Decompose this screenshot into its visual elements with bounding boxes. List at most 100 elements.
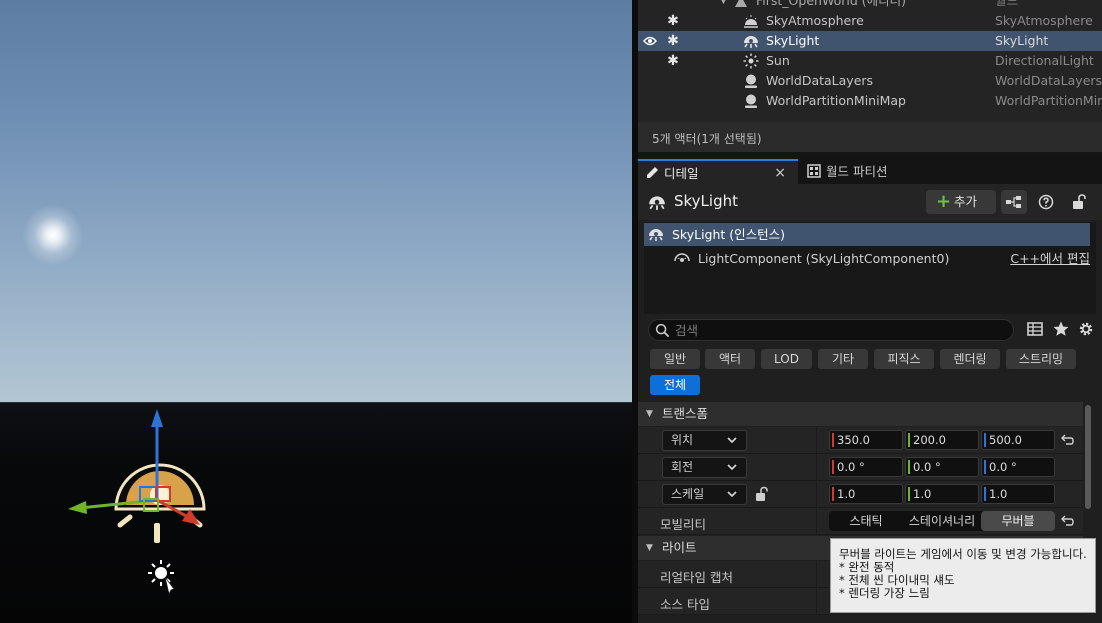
blueprint-button[interactable] xyxy=(1001,190,1027,214)
outliner-row-type: WorldDataLayers xyxy=(995,73,1102,88)
favorites-star-icon[interactable] xyxy=(1052,320,1070,338)
level-icon xyxy=(735,0,747,7)
location-x-field[interactable]: 350.0 xyxy=(829,430,903,450)
reset-to-default-icon[interactable] xyxy=(1060,433,1074,447)
component-row-lightcomponent[interactable]: LightComponent (SkyLightComponent0) C++에… xyxy=(644,247,1090,270)
search-input[interactable] xyxy=(675,321,1005,339)
scale-mode-dropdown[interactable]: 스케일 xyxy=(662,484,747,505)
details-scrollbar[interactable] xyxy=(1084,402,1092,512)
scale-lock-icon[interactable] xyxy=(755,486,769,502)
outliner-row-label: Sun xyxy=(766,53,790,68)
mobility-stationary-option[interactable]: 스테이셔너리 xyxy=(903,511,981,531)
outliner-row-type: WorldPartitionMiniMap xyxy=(995,93,1102,108)
location-mode-dropdown[interactable]: 위치 xyxy=(662,430,747,451)
property-row-rotation: 회전 0.0 ° 0.0 ° 0.0 ° xyxy=(638,454,1083,481)
sun-icon xyxy=(743,53,759,69)
outliner-row-type: SkyLight xyxy=(995,33,1049,48)
scale-z-field[interactable]: 1.0 xyxy=(981,484,1055,504)
visibility-eye-icon[interactable] xyxy=(642,31,658,52)
outliner-row-sun[interactable]: ✱ Sun DirectionalLight xyxy=(638,51,1102,71)
rotation-z-field[interactable]: 0.0 ° xyxy=(981,457,1055,477)
blueprint-icon xyxy=(1006,196,1021,208)
reset-to-default-icon[interactable] xyxy=(1060,514,1074,528)
scale-y-field[interactable]: 1.0 xyxy=(905,484,979,504)
scale-x-field[interactable]: 1.0 xyxy=(829,484,903,504)
outliner-status-bar: 5개 액터(1개 선택됨) xyxy=(638,122,1102,152)
settings-gear-icon[interactable] xyxy=(1077,320,1095,338)
help-button[interactable] xyxy=(1033,190,1059,214)
tab-label: 디테일 xyxy=(664,166,699,181)
filter-lod[interactable]: LOD xyxy=(761,349,812,369)
chevron-down-icon xyxy=(727,464,737,471)
y-axis-arrow[interactable] xyxy=(68,501,87,514)
filter-streaming[interactable]: 스트리밍 xyxy=(1006,349,1076,369)
mobility-static-option[interactable]: 스태틱 xyxy=(829,511,903,531)
property-matrix-icon[interactable] xyxy=(1026,320,1044,338)
filter-rendering[interactable]: 렌더링 xyxy=(940,349,1000,369)
outliner-row-worlddatalayers[interactable]: WorldDataLayers WorldDataLayers xyxy=(638,71,1102,91)
outliner-row-skyatmosphere[interactable]: ✱ SkyAtmosphere SkyAtmosphere xyxy=(638,11,1102,31)
tab-details[interactable]: 디테일 × xyxy=(638,159,798,184)
rotation-mode-dropdown[interactable]: 회전 xyxy=(662,457,747,478)
outliner-row-label: SkyLight xyxy=(766,33,820,48)
outliner-row-label: First_OpenWorld (에디터) xyxy=(756,0,906,8)
property-row-location: 위치 350.0 200.0 500.0 xyxy=(638,427,1083,454)
outliner-row-worldpartitionminimap[interactable]: WorldPartitionMiniMap WorldPartitionMini… xyxy=(638,91,1102,111)
category-label: 트랜스폼 xyxy=(662,406,709,421)
filter-all[interactable]: 전체 xyxy=(650,375,700,395)
edit-in-cpp-link[interactable]: C++에서 편집 xyxy=(1010,247,1090,270)
outliner-row-world[interactable]: ▼ First_OpenWorld (에디터) 월드 xyxy=(638,0,1102,11)
skylight-icon xyxy=(744,36,758,48)
details-search-box[interactable] xyxy=(648,319,1014,341)
actor-count-text: 5개 액터(1개 선택됨) xyxy=(652,132,762,146)
lock-selection-button[interactable] xyxy=(1066,190,1092,214)
mobility-movable-option[interactable]: 무버블 xyxy=(981,511,1055,531)
location-z-field[interactable]: 500.0 xyxy=(981,430,1055,450)
pin-star-icon[interactable]: ✱ xyxy=(667,51,679,71)
property-label: 소스 타입 xyxy=(660,597,710,612)
pin-star-icon[interactable]: ✱ xyxy=(667,11,679,31)
rotation-x-field[interactable]: 0.0 ° xyxy=(829,457,903,477)
component-row-root[interactable]: SkyLight (인스턴스) xyxy=(644,223,1090,246)
outliner-row-label: WorldDataLayers xyxy=(766,73,874,88)
outliner-row-type: DirectionalLight xyxy=(995,53,1094,68)
close-tab-icon[interactable]: × xyxy=(774,161,786,186)
property-label: 모빌리티 xyxy=(660,517,707,532)
outliner-row-type: 월드 xyxy=(995,0,1019,8)
chevron-down-icon xyxy=(727,491,737,498)
rotation-y-field[interactable]: 0.0 ° xyxy=(905,457,979,477)
actor-sphere-icon xyxy=(745,94,757,108)
filter-physics[interactable]: 피직스 xyxy=(874,349,934,369)
outliner-row-label: SkyAtmosphere xyxy=(766,13,864,28)
skylight-icon xyxy=(649,229,663,241)
tab-world-partition[interactable]: 월드 파티션 xyxy=(800,159,936,184)
directional-light-sprite-icon[interactable] xyxy=(148,560,175,596)
outliner-row-type: SkyAtmosphere xyxy=(995,13,1093,28)
collapse-arrow-icon[interactable]: ▼ xyxy=(720,0,727,11)
filter-misc[interactable]: 기타 xyxy=(818,349,868,369)
category-transform[interactable]: ▼ 트랜스폼 xyxy=(638,402,1083,426)
chevron-down-icon xyxy=(727,437,737,444)
filter-general[interactable]: 일반 xyxy=(650,349,700,369)
skylight-actor-gizmo[interactable] xyxy=(60,405,220,600)
actor-name-label: SkyLight xyxy=(674,192,738,210)
category-label: 라이트 xyxy=(662,540,697,555)
x-axis-arrow[interactable] xyxy=(182,509,200,525)
skylight-icon xyxy=(649,196,665,210)
pin-star-icon[interactable]: ✱ xyxy=(667,31,679,51)
location-y-field[interactable]: 200.0 xyxy=(905,430,979,450)
z-axis-arrow[interactable] xyxy=(151,409,163,427)
grid-icon xyxy=(807,164,821,178)
dropdown-label: 스케일 xyxy=(671,487,705,501)
world-outliner: ▼ First_OpenWorld (에디터) 월드 ✱ SkyAtmosphe… xyxy=(638,0,1102,152)
level-viewport[interactable] xyxy=(0,0,632,623)
outliner-row-label: WorldPartitionMiniMap xyxy=(766,93,906,108)
component-tree: SkyLight (인스턴스) LightComponent (SkyLight… xyxy=(644,222,1096,314)
scrollbar-thumb[interactable] xyxy=(1085,405,1091,509)
filter-actor[interactable]: 액터 xyxy=(705,349,755,369)
add-component-button[interactable]: + 추가 xyxy=(926,190,996,214)
sun-disc xyxy=(22,204,84,266)
outliner-row-skylight[interactable]: ✱ SkyLight SkyLight xyxy=(638,31,1102,51)
mobility-segmented-control: 스태틱 스테이셔너리 무버블 xyxy=(829,511,1055,531)
light-component-icon xyxy=(674,253,690,262)
